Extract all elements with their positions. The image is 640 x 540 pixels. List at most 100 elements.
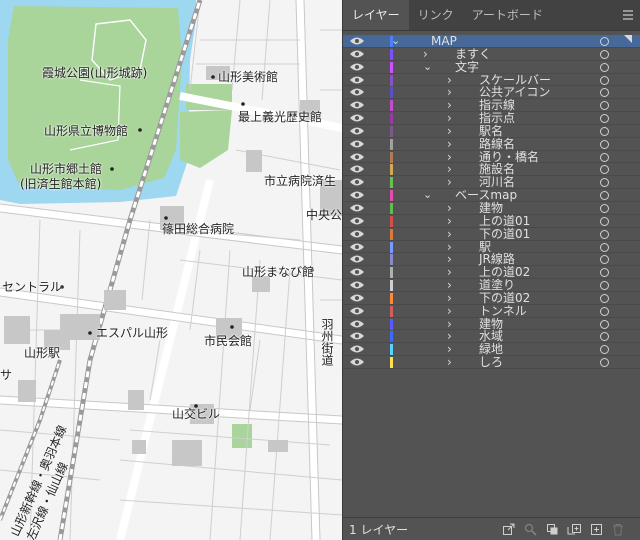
chevron-right-icon[interactable]: › — [447, 305, 452, 317]
target-circle-icon[interactable] — [600, 306, 609, 316]
target-circle-icon[interactable] — [600, 114, 609, 124]
target-circle-icon[interactable] — [600, 139, 609, 149]
lock-toggle[interactable] — [369, 357, 379, 367]
target-circle-icon[interactable] — [600, 229, 609, 239]
layer-name[interactable]: トンネル — [479, 304, 527, 318]
chevron-right-icon[interactable]: › — [447, 266, 452, 278]
target-circle-icon[interactable] — [600, 255, 609, 265]
layer-row[interactable]: › しろ — [343, 356, 640, 369]
target-circle-icon[interactable] — [600, 332, 609, 342]
visibility-eye-icon[interactable] — [349, 331, 365, 341]
visibility-eye-icon[interactable] — [349, 190, 365, 200]
chevron-right-icon[interactable]: › — [447, 138, 452, 150]
new-layer-icon[interactable] — [588, 521, 604, 537]
visibility-eye-icon[interactable] — [349, 280, 365, 290]
chevron-right-icon[interactable]: › — [447, 112, 452, 124]
chevron-right-icon[interactable]: › — [447, 176, 452, 188]
layer-name[interactable]: 下の道02 — [479, 291, 530, 305]
target-circle-icon[interactable] — [600, 268, 609, 278]
lock-toggle[interactable] — [369, 190, 379, 200]
chevron-right-icon[interactable]: › — [447, 163, 452, 175]
lock-toggle[interactable] — [369, 293, 379, 303]
layer-name[interactable]: 路線名 — [479, 137, 515, 151]
visibility-eye-icon[interactable] — [349, 344, 365, 354]
lock-toggle[interactable] — [369, 216, 379, 226]
chevron-right-icon[interactable]: › — [447, 202, 452, 214]
lock-toggle[interactable] — [369, 267, 379, 277]
visibility-eye-icon[interactable] — [349, 254, 365, 264]
layer-row[interactable]: › 下の道01 — [343, 227, 640, 241]
tab-artboards[interactable]: アートボード — [463, 0, 552, 30]
chevron-right-icon[interactable]: › — [447, 215, 452, 227]
visibility-eye-icon[interactable] — [349, 306, 365, 316]
target-circle-icon[interactable] — [600, 281, 609, 291]
target-circle-icon[interactable] — [600, 203, 609, 213]
layer-row[interactable]: › 上の道01 — [343, 214, 640, 228]
chevron-right-icon[interactable]: › — [447, 125, 452, 137]
visibility-eye-icon[interactable] — [349, 267, 365, 277]
lock-toggle[interactable] — [369, 164, 379, 174]
visibility-eye-icon[interactable] — [349, 203, 365, 213]
target-circle-icon[interactable] — [600, 49, 609, 59]
lock-toggle[interactable] — [369, 152, 379, 162]
tab-layers[interactable]: レイヤー — [343, 0, 409, 30]
lock-toggle[interactable] — [369, 49, 379, 59]
chevron-down-icon[interactable]: ⌄ — [423, 189, 432, 201]
layer-row[interactable]: › トンネル — [343, 304, 640, 318]
target-circle-icon[interactable] — [600, 358, 609, 368]
lock-toggle[interactable] — [369, 254, 379, 264]
layer-row[interactable]: › ますく — [343, 47, 640, 61]
layer-row[interactable]: › 道塗り — [343, 279, 640, 292]
visibility-eye-icon[interactable] — [349, 164, 365, 174]
target-circle-icon[interactable] — [600, 126, 609, 136]
layer-row[interactable]: ⌄ 文字 — [343, 60, 640, 74]
lock-toggle[interactable] — [369, 280, 379, 290]
visibility-eye-icon[interactable] — [349, 357, 365, 367]
chevron-right-icon[interactable]: › — [447, 241, 452, 253]
new-sublayer-icon[interactable] — [566, 521, 582, 537]
chevron-right-icon[interactable]: › — [447, 74, 452, 86]
clipping-mask-icon[interactable] — [544, 521, 560, 537]
chevron-down-icon[interactable]: ⌄ — [423, 60, 432, 73]
visibility-eye-icon[interactable] — [349, 36, 365, 46]
lock-toggle[interactable] — [369, 203, 379, 213]
target-circle-icon[interactable] — [600, 37, 609, 46]
chevron-down-icon[interactable]: ⌄ — [391, 35, 400, 47]
visibility-eye-icon[interactable] — [349, 87, 365, 97]
lock-toggle[interactable] — [369, 319, 379, 329]
lock-toggle[interactable] — [369, 306, 379, 316]
layer-name[interactable]: 駅名 — [479, 124, 503, 138]
visibility-eye-icon[interactable] — [349, 177, 365, 187]
chevron-right-icon[interactable]: › — [447, 228, 452, 240]
visibility-eye-icon[interactable] — [349, 139, 365, 149]
chevron-right-icon[interactable]: › — [447, 292, 452, 304]
visibility-eye-icon[interactable] — [349, 319, 365, 329]
visibility-eye-icon[interactable] — [349, 113, 365, 123]
chevron-right-icon[interactable]: › — [447, 253, 452, 265]
delete-icon[interactable] — [610, 521, 626, 537]
lock-toggle[interactable] — [369, 36, 379, 46]
target-circle-icon[interactable] — [600, 216, 609, 226]
layer-row[interactable]: › 駅名 — [343, 124, 640, 138]
panel-menu-icon[interactable] — [616, 0, 640, 30]
target-circle-icon[interactable] — [600, 345, 609, 355]
target-circle-icon[interactable] — [600, 178, 609, 188]
map-canvas[interactable]: 霞城公園(山形城跡) 山形美術館 最上義光歴史館 山形県立博物館 山形市郷土館 … — [0, 0, 342, 540]
chevron-right-icon[interactable]: › — [447, 318, 452, 330]
lock-toggle[interactable] — [369, 344, 379, 354]
layer-name[interactable]: MAP — [431, 35, 457, 48]
chevron-right-icon[interactable]: › — [447, 86, 452, 98]
target-circle-icon[interactable] — [600, 319, 609, 329]
visibility-eye-icon[interactable] — [349, 293, 365, 303]
tab-links[interactable]: リンク — [409, 0, 463, 30]
target-circle-icon[interactable] — [600, 101, 609, 111]
layer-row[interactable]: › 指示点 — [343, 112, 640, 125]
lock-toggle[interactable] — [369, 177, 379, 187]
lock-toggle[interactable] — [369, 113, 379, 123]
visibility-eye-icon[interactable] — [349, 75, 365, 85]
lock-toggle[interactable] — [369, 126, 379, 136]
lock-toggle[interactable] — [369, 331, 379, 341]
visibility-eye-icon[interactable] — [349, 62, 365, 72]
target-circle-icon[interactable] — [600, 88, 609, 98]
visibility-eye-icon[interactable] — [349, 216, 365, 226]
